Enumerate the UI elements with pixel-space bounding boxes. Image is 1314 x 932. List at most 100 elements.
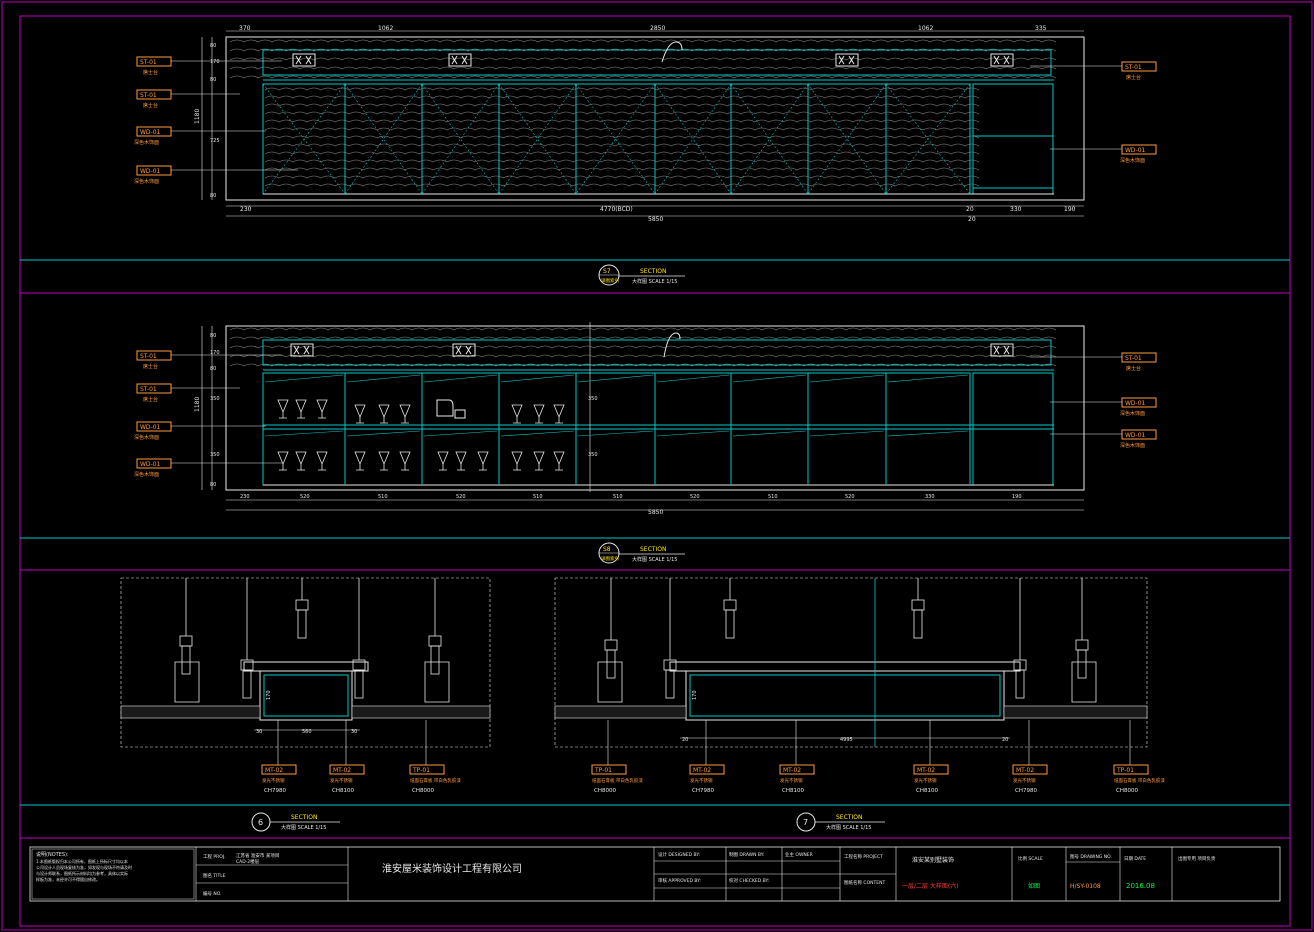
sec6-dim-1: 30 [256, 729, 262, 735]
material-tag-code: MT-02 [917, 767, 935, 774]
seal-label: 出图专用 项目负责 [1178, 855, 1216, 862]
wood-grain-line [264, 183, 980, 187]
svg-text:席士台: 席士台 [1126, 74, 1141, 81]
hanger-profile [725, 609, 735, 639]
wood-grain-line [264, 87, 980, 91]
hanger-profile [1015, 669, 1025, 699]
svg-text:大样图 SCALE 1/15: 大样图 SCALE 1/15 [826, 824, 871, 831]
material-tag-model: CH8100 [916, 788, 938, 794]
material-tag-code: TP-01 [594, 767, 612, 774]
door-swing-marker [807, 83, 887, 195]
s7-bottom-dim-5: 190 [1064, 206, 1076, 213]
sec7-dim-2: 4995 [840, 737, 853, 743]
designed-by: 设计 DESIGNED BY: [658, 851, 700, 858]
s8-tag-left-2: ST-01 席士台 [136, 383, 240, 403]
wine-glass-icon [316, 451, 328, 471]
svg-text:席士台: 席士台 [1126, 365, 1141, 372]
svg-text:ST-01: ST-01 [1125, 64, 1142, 71]
s8-left-dim-5: 350 [210, 452, 220, 458]
drawing-number-value: H/SY-0108 [1070, 883, 1101, 890]
wood-grain-line [264, 111, 980, 115]
material-tag-model: CH8000 [1116, 788, 1138, 794]
hanger-clip [723, 599, 737, 611]
date-value: 2016.08 [1126, 882, 1155, 890]
door-swing-marker [654, 83, 732, 195]
s8-bottom-dim-4: 520 [456, 494, 466, 500]
project-sub: CAD-2楼层 [236, 858, 260, 865]
wine-glass-icon [511, 451, 523, 471]
svg-text:深色木饰面: 深色木饰面 [134, 434, 159, 441]
s7-left-dim-1: 80 [210, 43, 216, 49]
sec6-dim-2: 560 [302, 729, 312, 735]
s7-tag-left-3: WD-01 深色木饰面 [134, 126, 266, 146]
door-swing-marker [262, 83, 346, 195]
notes-line-4: 样板为准，未经许可不得擅自修改。 [36, 876, 100, 882]
s8-bottom-dim-5: 510 [533, 494, 543, 500]
drawing-title-label: 图名 TITLE [203, 872, 226, 879]
s7-tag-right-1: ST-01 席士台 [1030, 61, 1157, 81]
wood-grain-line [264, 151, 980, 155]
material-tag-desc: 纸面石膏板 带白色乳胶漆 [410, 777, 461, 784]
s7-top-dim-1: 370 [239, 25, 251, 32]
shelf-back-line [423, 374, 498, 437]
s8-kettle-icon [436, 399, 466, 419]
notes-heading: 说明(NOTES): [36, 851, 69, 858]
hanger-clip [604, 639, 618, 651]
wine-glass-icon [533, 451, 545, 471]
s7-left-dim-5: 80 [210, 193, 216, 199]
wine-glass-icon [295, 399, 307, 419]
s7-height-dim: 1180 [194, 109, 201, 124]
svg-text:席士台: 席士台 [143, 69, 158, 76]
project-value: 江苏省 淮安市 某项目 [236, 852, 279, 859]
approved-by: 审核 APPROVED BY: [658, 877, 701, 884]
s7-section-title: S7 详图索引 SECTION 大样图 SCALE 1/15 [598, 264, 685, 286]
material-tag-model: CH8100 [782, 788, 804, 794]
s7-top-dim-2: 1062 [378, 25, 393, 32]
hanger-clip [179, 635, 193, 647]
double-socket-icon [835, 53, 859, 67]
wood-grain-line [229, 57, 1057, 61]
svg-text:SECTION: SECTION [836, 814, 862, 821]
wood-grain-line [229, 327, 1057, 331]
wood-grain-line [264, 135, 980, 139]
sec7-dim-1: 20 [682, 737, 688, 743]
svg-text:SECTION: SECTION [640, 268, 666, 275]
wood-grain-line [264, 95, 980, 99]
wine-glass-icon [277, 451, 289, 471]
drawing-no-label: 编号 NO. [203, 890, 222, 897]
shelf-back-line [656, 374, 730, 437]
sec6-dim-3: 30 [351, 729, 357, 735]
s7-tag-left-2: ST-01 席士台 [136, 89, 240, 109]
door-swing-marker [885, 83, 971, 195]
wine-glass-icon [354, 451, 366, 471]
sec7-dim-3: 20 [1002, 737, 1008, 743]
s7-bottom-dim-4: 330 [1010, 206, 1022, 213]
hanger-profile [354, 669, 364, 699]
svg-text:7: 7 [803, 818, 808, 827]
svg-text:ST-01: ST-01 [140, 386, 157, 393]
s8-left-dim-4: 350 [210, 396, 220, 402]
content-label: 图纸名称 CONTENT [844, 879, 885, 886]
wood-grain-line [229, 345, 1057, 349]
wood-grain-line [264, 119, 980, 123]
s8-bottom-dim-11: 190 [1012, 494, 1022, 500]
drawing-number-label: 图号 DRAWING NO. [1070, 854, 1112, 860]
wood-grain-line [264, 175, 980, 179]
material-tag-model: CH7980 [692, 788, 714, 794]
wine-glass-icon [533, 404, 545, 424]
svg-text:SECTION: SECTION [291, 814, 317, 821]
wood-grain-line [264, 103, 980, 107]
svg-text:深色木饰面: 深色木饰面 [1120, 442, 1145, 449]
svg-text:6: 6 [258, 818, 263, 827]
svg-text:WD-01: WD-01 [140, 168, 161, 175]
s8-tag-left-3: WD-01 深色木饰面 [134, 421, 266, 441]
wood-grain-line [264, 167, 980, 171]
sec6-section-title: 6 SECTION 大样图 SCALE 1/15 [251, 812, 340, 832]
s8-mid-dim-1: 350 [588, 396, 598, 402]
shelf-back-line [809, 374, 885, 437]
s8-total-dim: 5850 [648, 509, 663, 516]
s7-left-dim-3: 80 [210, 77, 216, 83]
s8-bottom-dim-9: 520 [845, 494, 855, 500]
notes-line-3: 与设计师联系，图纸所示材料均为参考，具体以实际 [36, 870, 128, 876]
s8-faucet-icon [663, 332, 681, 358]
